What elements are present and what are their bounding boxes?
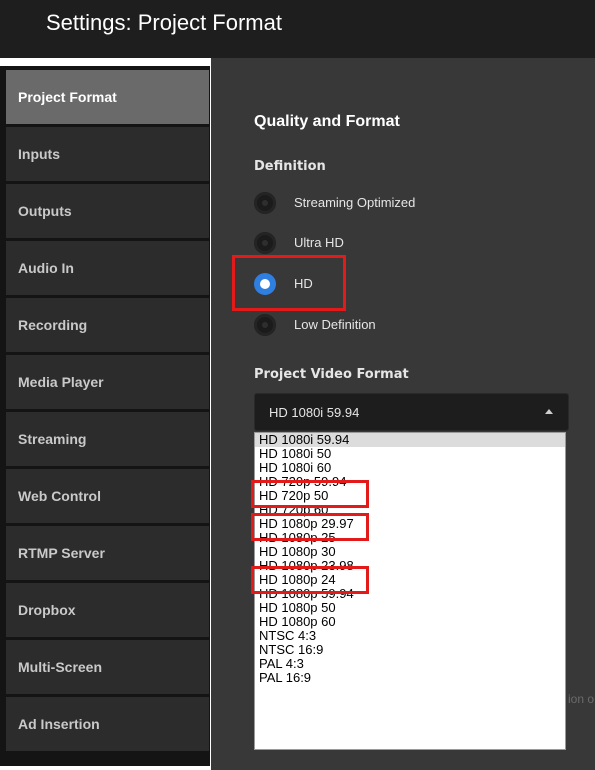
radio-dot-icon xyxy=(262,200,268,206)
chevron-up-icon xyxy=(545,409,553,414)
sidebar-item-ad-insertion[interactable]: Ad Insertion xyxy=(6,697,209,751)
highlight-box-720p-59-94 xyxy=(251,480,369,508)
radio-label: Ultra HD xyxy=(294,235,344,250)
window-title: Settings: Project Format xyxy=(46,10,282,35)
sidebar-item-media-player[interactable]: Media Player xyxy=(6,355,209,409)
highlight-box-1080p-30 xyxy=(251,566,369,594)
sidebar-item-multi-screen[interactable]: Multi-Screen xyxy=(6,640,209,694)
settings-main-panel: Quality and Format Definition Streaming … xyxy=(211,58,595,770)
radio-button[interactable] xyxy=(254,232,276,254)
radio-label: Low Definition xyxy=(294,317,376,332)
video-format-heading: Project Video Format xyxy=(254,367,409,382)
settings-sidebar: Project Format Inputs Outputs Audio In R… xyxy=(0,66,210,766)
highlight-box-hd xyxy=(232,255,346,311)
video-format-select[interactable]: HD 1080i 59.94 xyxy=(254,393,569,431)
obscured-help-text: ion o xyxy=(568,692,595,706)
dropdown-option-hd-1080i-50[interactable]: HD 1080i 50 xyxy=(259,447,331,461)
sidebar-item-audio-in[interactable]: Audio In xyxy=(6,241,209,295)
sidebar-item-rtmp-server[interactable]: RTMP Server xyxy=(6,526,209,580)
section-title: Quality and Format xyxy=(254,113,400,130)
radio-dot-icon xyxy=(262,322,268,328)
dropdown-option-ntsc-16-9[interactable]: NTSC 16:9 xyxy=(259,643,323,657)
radio-button[interactable] xyxy=(254,314,276,336)
dropdown-option-ntsc-4-3[interactable]: NTSC 4:3 xyxy=(259,629,316,643)
dropdown-option-pal-16-9[interactable]: PAL 16:9 xyxy=(259,671,311,685)
definition-heading: Definition xyxy=(254,159,326,174)
select-value: HD 1080i 59.94 xyxy=(269,405,360,420)
sidebar-item-inputs[interactable]: Inputs xyxy=(6,127,209,181)
dropdown-option-pal-4-3[interactable]: PAL 4:3 xyxy=(259,657,304,671)
dropdown-option-hd-1080p-50[interactable]: HD 1080p 50 xyxy=(259,601,336,615)
radio-dot-icon xyxy=(262,240,268,246)
dropdown-option-hd-1080p-60[interactable]: HD 1080p 60 xyxy=(259,615,336,629)
dropdown-option-hd-1080i-60[interactable]: HD 1080i 60 xyxy=(259,461,331,475)
sidebar-item-web-control[interactable]: Web Control xyxy=(6,469,209,523)
radio-button[interactable] xyxy=(254,192,276,214)
title-bar: Settings: Project Format xyxy=(0,0,595,58)
sidebar-item-streaming[interactable]: Streaming xyxy=(6,412,209,466)
sidebar-item-project-format[interactable]: Project Format xyxy=(6,70,209,124)
sidebar-item-dropbox[interactable]: Dropbox xyxy=(6,583,209,637)
sidebar-item-outputs[interactable]: Outputs xyxy=(6,184,209,238)
sidebar-item-recording[interactable]: Recording xyxy=(6,298,209,352)
highlight-box-720p-60 xyxy=(251,513,369,541)
dropdown-option-hd-1080p-30[interactable]: HD 1080p 30 xyxy=(259,545,336,559)
dropdown-option-hd-1080i-59-94[interactable]: HD 1080i 59.94 xyxy=(255,433,565,447)
radio-label: Streaming Optimized xyxy=(294,195,416,210)
